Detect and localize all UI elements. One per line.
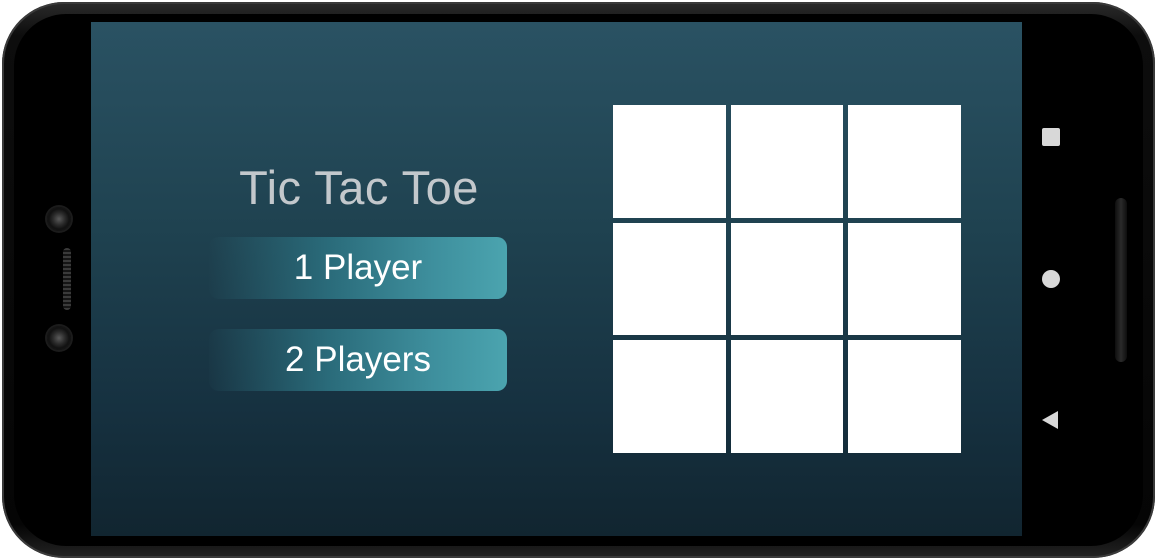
app-screen: Tic Tac Toe 1 Player 2 Players — [91, 22, 1022, 536]
board-cell-1[interactable] — [613, 105, 726, 218]
board-cell-6[interactable] — [848, 222, 961, 336]
home-icon[interactable] — [1042, 270, 1060, 288]
board-cell-5[interactable] — [730, 222, 844, 336]
board-cell-8[interactable] — [730, 340, 844, 453]
game-board — [613, 105, 961, 453]
app-title: Tic Tac Toe — [239, 161, 479, 214]
earpiece-speaker — [63, 248, 71, 310]
board-cell-3[interactable] — [848, 105, 961, 218]
front-sensor-icon — [47, 326, 71, 350]
two-players-button[interactable]: 2 Players — [209, 329, 507, 391]
board-cell-2[interactable] — [730, 105, 844, 218]
board-cell-7[interactable] — [613, 340, 726, 453]
recent-apps-icon[interactable] — [1042, 128, 1060, 146]
system-nav-bar — [1022, 22, 1080, 536]
board-cell-4[interactable] — [613, 222, 726, 336]
side-volume-button — [1115, 198, 1127, 362]
one-player-button[interactable]: 1 Player — [209, 237, 507, 299]
back-icon[interactable] — [1042, 411, 1058, 429]
front-camera-icon — [47, 207, 71, 231]
board-cell-9[interactable] — [848, 340, 961, 453]
